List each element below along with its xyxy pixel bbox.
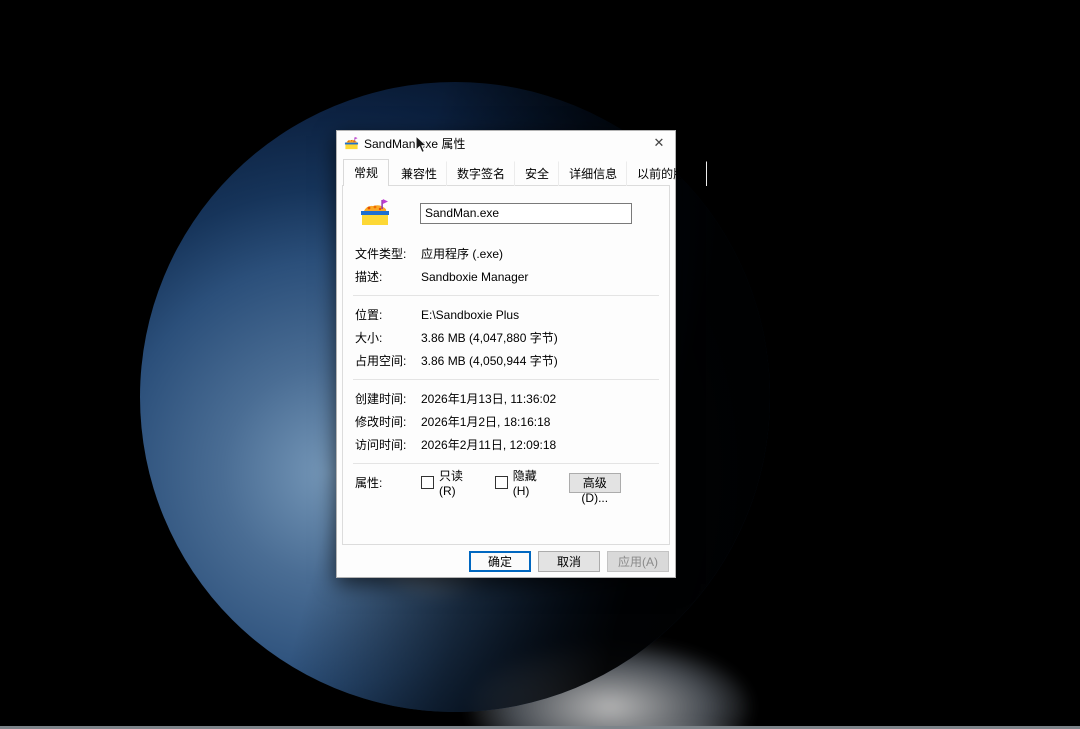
attributes-label: 属性: — [355, 474, 421, 491]
close-button[interactable]: ✕ — [643, 131, 675, 155]
size-label: 大小: — [355, 329, 421, 346]
readonly-checkbox[interactable]: 只读(R) — [421, 467, 469, 498]
accessed-row: 访问时间: 2026年2月11日, 12:09:18 — [351, 433, 661, 456]
file-head-row — [351, 196, 661, 230]
titlebar[interactable]: SandMan.exe 属性 ✕ — [337, 131, 675, 155]
hidden-checkbox-label: 隐藏(H) — [513, 467, 543, 498]
created-label: 创建时间: — [355, 390, 421, 407]
size-on-disk-row: 占用空间: 3.86 MB (4,050,944 字节) — [351, 349, 661, 372]
modified-label: 修改时间: — [355, 413, 421, 430]
divider — [353, 379, 659, 380]
location-row: 位置: E:\Sandboxie Plus — [351, 303, 661, 326]
tab-security[interactable]: 安全 — [515, 161, 559, 186]
size-value: 3.86 MB (4,047,880 字节) — [421, 329, 558, 346]
location-value: E:\Sandboxie Plus — [421, 308, 519, 322]
divider — [353, 295, 659, 296]
advanced-button[interactable]: 高级(D)... — [569, 473, 621, 493]
location-label: 位置: — [355, 306, 421, 323]
size-row: 大小: 3.86 MB (4,047,880 字节) — [351, 326, 661, 349]
hidden-checkbox[interactable]: 隐藏(H) — [495, 467, 543, 498]
cancel-button[interactable]: 取消 — [538, 551, 600, 572]
sandboxie-icon — [344, 136, 359, 151]
sandboxie-file-icon — [359, 197, 391, 229]
tab-digital-signatures[interactable]: 数字签名 — [447, 161, 515, 186]
tab-previous-versions[interactable]: 以前的版本 — [627, 161, 707, 186]
checkbox-icon[interactable] — [421, 476, 434, 489]
file-type-value: 应用程序 (.exe) — [421, 245, 503, 262]
size-on-disk-value: 3.86 MB (4,050,944 字节) — [421, 352, 558, 369]
modified-value: 2026年1月2日, 18:16:18 — [421, 413, 550, 430]
created-row: 创建时间: 2026年1月13日, 11:36:02 — [351, 387, 661, 410]
accessed-label: 访问时间: — [355, 436, 421, 453]
cloud-band — [470, 642, 750, 729]
file-type-label: 文件类型: — [355, 245, 421, 262]
apply-button: 应用(A) — [607, 551, 669, 572]
size-on-disk-label: 占用空间: — [355, 352, 421, 369]
divider — [353, 463, 659, 464]
mouse-cursor — [415, 135, 429, 155]
accessed-value: 2026年2月11日, 12:09:18 — [421, 436, 556, 453]
description-value: Sandboxie Manager — [421, 270, 528, 284]
ok-button[interactable]: 确定 — [469, 551, 531, 572]
properties-dialog: SandMan.exe 属性 ✕ 常规 兼容性 数字签名 安全 详细信息 以前的… — [336, 130, 676, 578]
dialog-footer: 确定 取消 应用(A) — [337, 545, 675, 577]
tab-details[interactable]: 详细信息 — [559, 161, 627, 186]
readonly-checkbox-label: 只读(R) — [439, 467, 469, 498]
created-value: 2026年1月13日, 11:36:02 — [421, 390, 556, 407]
file-type-row: 文件类型: 应用程序 (.exe) — [351, 242, 661, 265]
checkbox-icon[interactable] — [495, 476, 508, 489]
modified-row: 修改时间: 2026年1月2日, 18:16:18 — [351, 410, 661, 433]
tabstrip: 常规 兼容性 数字签名 安全 详细信息 以前的版本 — [337, 155, 675, 185]
tab-general[interactable]: 常规 — [343, 159, 389, 186]
description-label: 描述: — [355, 268, 421, 285]
general-tab-page: 文件类型: 应用程序 (.exe) 描述: Sandboxie Manager … — [342, 185, 670, 545]
description-row: 描述: Sandboxie Manager — [351, 265, 661, 288]
filename-input[interactable] — [420, 203, 632, 224]
attributes-row: 属性: 只读(R) 隐藏(H) 高级(D)... — [351, 471, 661, 494]
tab-compatibility[interactable]: 兼容性 — [391, 161, 447, 186]
